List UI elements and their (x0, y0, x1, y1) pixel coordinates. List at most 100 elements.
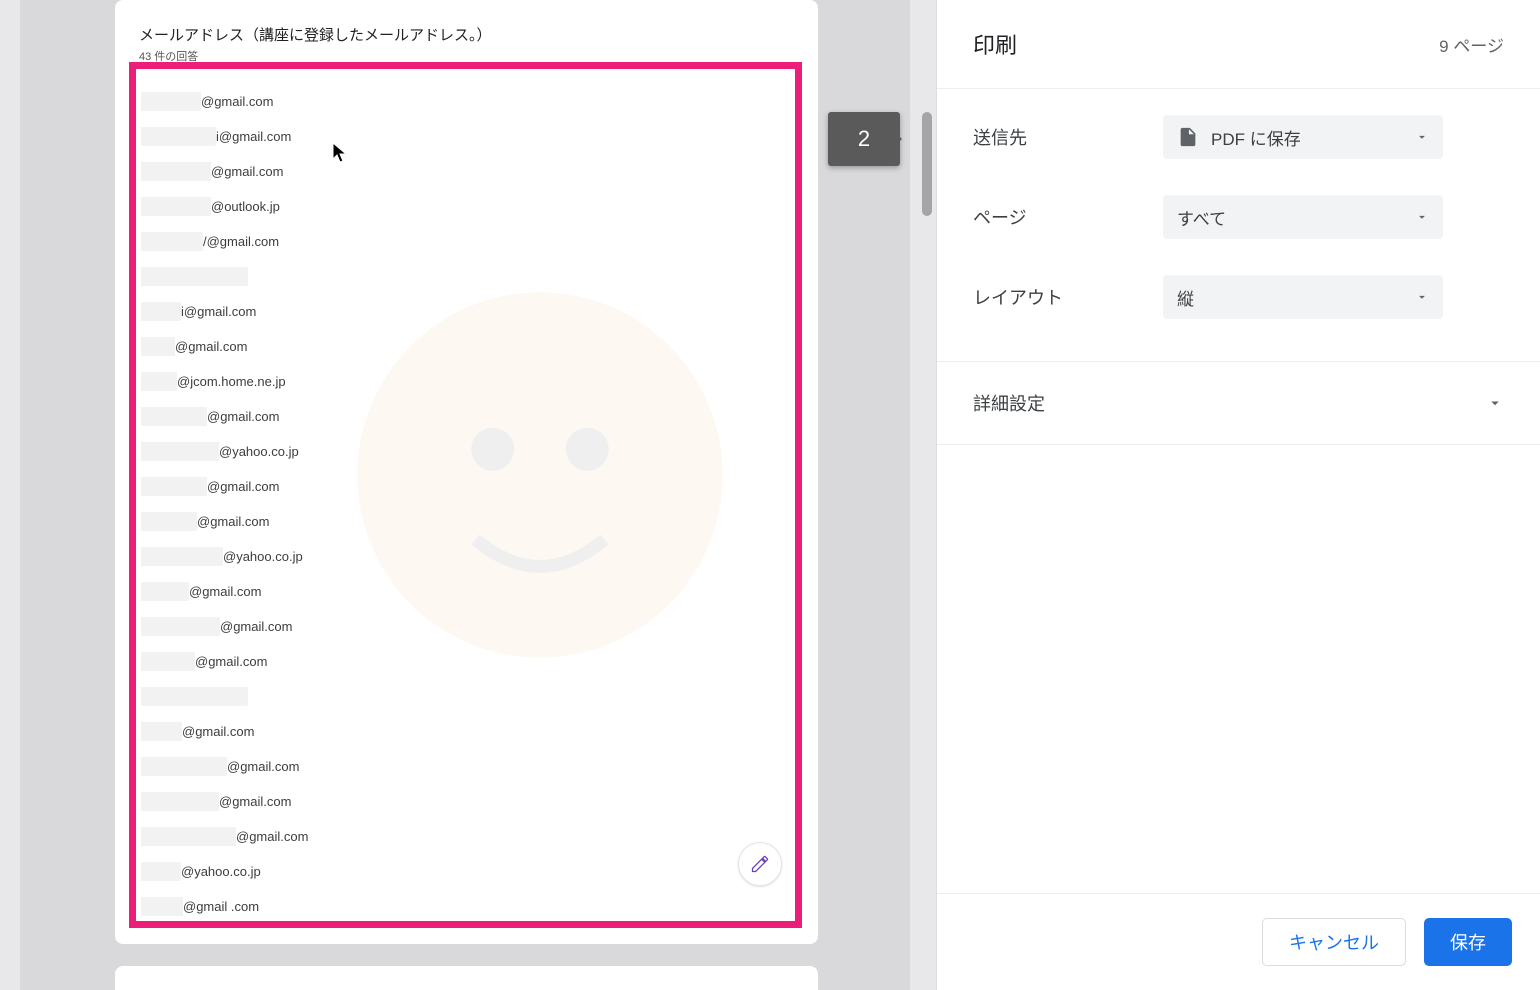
email-domain-text: @gmail.com (195, 654, 267, 669)
dialog-footer: キャンセル 保存 (937, 893, 1540, 990)
redacted-mask (141, 757, 227, 776)
email-domain-text: @gmail.com (201, 94, 273, 109)
email-response-row: @yahoo.co.jp (141, 854, 781, 889)
email-domain-text: @gmail.com (207, 409, 279, 424)
redacted-mask (141, 442, 219, 461)
email-response-row (141, 259, 781, 294)
destination-value: PDF に保存 (1211, 125, 1415, 150)
redacted-mask (141, 407, 207, 426)
pencil-icon (750, 854, 770, 874)
redacted-mask (141, 792, 219, 811)
email-domain-text: @jcom.home.ne.jp (177, 374, 286, 389)
email-response-row: @gmail.com (141, 154, 781, 189)
layout-value: 縦 (1177, 285, 1415, 310)
email-response-row: @gmail.com (141, 399, 781, 434)
layout-label: レイアウト (973, 284, 1163, 310)
email-domain-text: i@gmail.com (216, 129, 291, 144)
email-response-row: @gmail.com (141, 749, 781, 784)
email-response-row: @gmail.com (141, 714, 781, 749)
preview-scrollbar[interactable] (920, 0, 937, 990)
email-domain-text: @gmail.com (189, 584, 261, 599)
save-button[interactable]: 保存 (1424, 918, 1512, 966)
print-preview-pane: メールアドレス（講座に登録したメールアドレス。） 43 件の回答 @gmail.… (0, 0, 937, 990)
redacted-mask (141, 547, 223, 566)
chevron-down-icon (1415, 130, 1429, 144)
destination-label: 送信先 (973, 124, 1163, 150)
pdf-icon (1177, 126, 1199, 148)
redacted-mask (141, 722, 182, 741)
email-response-list: @gmail.com i@gmail.com @gmail.com @outlook.… (141, 84, 781, 924)
redacted-mask (141, 897, 183, 916)
redacted-mask (141, 372, 177, 391)
page-count-label: 9 ページ (1439, 32, 1504, 57)
email-response-row: @gmail.com (141, 84, 781, 119)
email-response-row: @outlook.jp (141, 189, 781, 224)
email-response-row: @gmail.com (141, 329, 781, 364)
more-settings-label: 詳細設定 (973, 390, 1045, 416)
redacted-mask (141, 92, 201, 111)
email-response-row: i@gmail.com (141, 119, 781, 154)
redacted-mask (141, 477, 207, 496)
app-root: メールアドレス（講座に登録したメールアドレス。） 43 件の回答 @gmail.… (0, 0, 1540, 990)
email-domain-text: @gmail.com (219, 794, 291, 809)
page-number-badge: 2 (828, 112, 900, 166)
redacted-mask (141, 337, 175, 356)
pages-label: ページ (973, 204, 1163, 230)
chevron-down-icon (1486, 394, 1504, 412)
pages-select[interactable]: すべて (1163, 195, 1443, 239)
redacted-mask (141, 652, 195, 671)
destination-select[interactable]: PDF に保存 (1163, 115, 1443, 159)
redacted-mask (141, 267, 248, 286)
email-domain-text: @gmail.com (197, 514, 269, 529)
response-count: 43 件の回答 (139, 48, 198, 64)
redacted-mask (141, 617, 220, 636)
redacted-mask (141, 512, 197, 531)
pages-row: ページ すべて (973, 177, 1504, 257)
preview-page-2: メールアドレス（講座に登録したメールアドレス。） 43 件の回答 @gmail.… (115, 0, 818, 944)
redacted-mask (141, 862, 181, 881)
preview-scroll[interactable]: メールアドレス（講座に登録したメールアドレス。） 43 件の回答 @gmail.… (0, 0, 937, 990)
more-settings-toggle[interactable]: 詳細設定 (937, 361, 1540, 445)
dialog-title: 印刷 (973, 28, 1017, 60)
redacted-mask (141, 582, 189, 601)
email-response-row: @yahoo.co.jp (141, 539, 781, 574)
email-response-row: i@gmail.com (141, 294, 781, 329)
email-response-row: @gmail.com (141, 469, 781, 504)
email-response-row: @gmail.com (141, 609, 781, 644)
email-response-row: @gmail.com (141, 504, 781, 539)
edit-button[interactable] (738, 842, 782, 886)
redacted-mask (141, 302, 181, 321)
layout-row: レイアウト 縦 (973, 257, 1504, 337)
email-domain-text: @gmail.com (207, 479, 279, 494)
email-domain-text: @gmail.com (211, 164, 283, 179)
email-response-row: @gmail.com (141, 644, 781, 679)
redacted-mask (141, 827, 236, 846)
layout-select[interactable]: 縦 (1163, 275, 1443, 319)
chevron-down-icon (1415, 210, 1429, 224)
preview-page-3-top (115, 966, 818, 990)
email-domain-text: @gmail.com (236, 829, 308, 844)
email-response-row: @gmail.com (141, 819, 781, 854)
email-domain-text: @yahoo.co.jp (219, 444, 299, 459)
dialog-header: 印刷 9 ページ (937, 0, 1540, 88)
email-domain-text: @yahoo.co.jp (223, 549, 303, 564)
email-domain-text: @gmail.com (227, 759, 299, 774)
email-response-row (141, 679, 781, 714)
email-response-row: @gmail.com (141, 784, 781, 819)
email-response-row: @yahoo.co.jp (141, 434, 781, 469)
redacted-mask (141, 162, 211, 181)
email-domain-text: @gmail.com (175, 339, 247, 354)
pages-value: すべて (1177, 205, 1415, 230)
preview-viewport: メールアドレス（講座に登録したメールアドレス。） 43 件の回答 @gmail.… (20, 0, 910, 990)
email-domain-text: @gmail.com (182, 724, 254, 739)
redacted-mask (141, 232, 203, 251)
question-title: メールアドレス（講座に登録したメールアドレス。） (139, 24, 492, 45)
scrollbar-thumb[interactable] (922, 112, 932, 216)
email-response-row: @jcom.home.ne.jp (141, 364, 781, 399)
print-dialog: 印刷 9 ページ 送信先 PDF に保存 ページ (937, 0, 1540, 990)
settings-block: 送信先 PDF に保存 ページ すべて (937, 88, 1540, 361)
email-domain-text: @outlook.jp (211, 199, 280, 214)
email-domain-text: /@gmail.com (203, 234, 279, 249)
redacted-mask (141, 197, 211, 216)
cancel-button[interactable]: キャンセル (1262, 918, 1406, 966)
